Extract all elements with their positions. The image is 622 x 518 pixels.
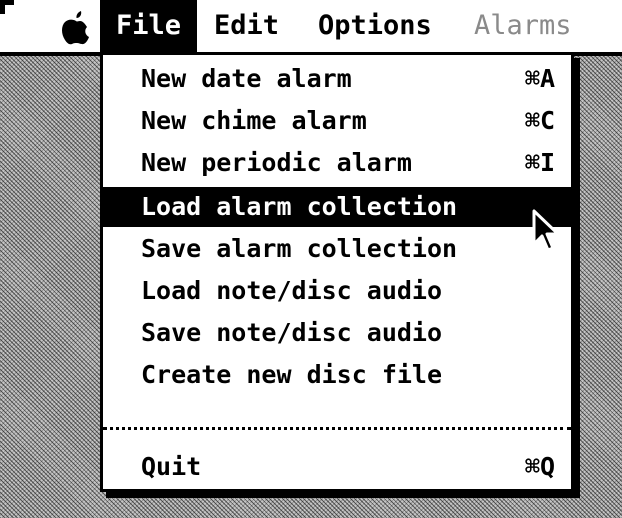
shortcut-label: ⌘A <box>524 64 555 93</box>
menu-item-create-new-disc-file[interactable]: Create new disc file <box>103 355 571 395</box>
menu-edit[interactable]: Edit <box>198 0 295 52</box>
menu-item-label: New date alarm <box>141 64 352 93</box>
menu-options[interactable]: Options <box>302 0 448 52</box>
menu-item-label: Save note/disc audio <box>141 318 443 347</box>
menu-item-label: Load alarm collection <box>141 192 458 221</box>
arrow-cursor-icon <box>531 208 561 254</box>
menu-bar: File Edit Options Alarms <box>0 0 622 56</box>
menu-item-label: Load note/disc audio <box>141 276 443 305</box>
screen-corner <box>0 0 14 14</box>
menu-item-save-alarm-collection[interactable]: Save alarm collection <box>103 229 571 269</box>
apple-menu-icon[interactable] <box>60 8 92 48</box>
menu-item-new-date-alarm[interactable]: New date alarm ⌘A <box>103 59 571 99</box>
menu-file[interactable]: File <box>100 0 198 52</box>
shortcut-label: ⌘I <box>524 148 555 177</box>
menu-item-load-alarm-collection[interactable]: Load alarm collection <box>103 187 571 227</box>
menu-item-new-chime-alarm[interactable]: New chime alarm ⌘C <box>103 101 571 141</box>
menu-item-label: Create new disc file <box>141 360 443 389</box>
menu-alarms[interactable]: Alarms <box>458 0 588 52</box>
shortcut-label: ⌘Q <box>524 452 555 481</box>
menu-item-quit[interactable]: Quit ⌘Q <box>103 447 571 487</box>
menu-item-label: Quit <box>141 452 202 481</box>
menu-item-new-periodic-alarm[interactable]: New periodic alarm ⌘I <box>103 143 571 183</box>
menu-item-label: New periodic alarm <box>141 148 412 177</box>
menu-item-save-note-disc-audio[interactable]: Save note/disc audio <box>103 313 571 353</box>
shortcut-label: ⌘C <box>524 106 555 135</box>
menu-item-load-note-disc-audio[interactable]: Load note/disc audio <box>103 271 571 311</box>
menu-item-label: Save alarm collection <box>141 234 458 263</box>
menu-item-label: New chime alarm <box>141 106 367 135</box>
file-menu-dropdown: New date alarm ⌘A New chime alarm ⌘C New… <box>100 52 574 492</box>
menu-separator <box>103 427 571 430</box>
